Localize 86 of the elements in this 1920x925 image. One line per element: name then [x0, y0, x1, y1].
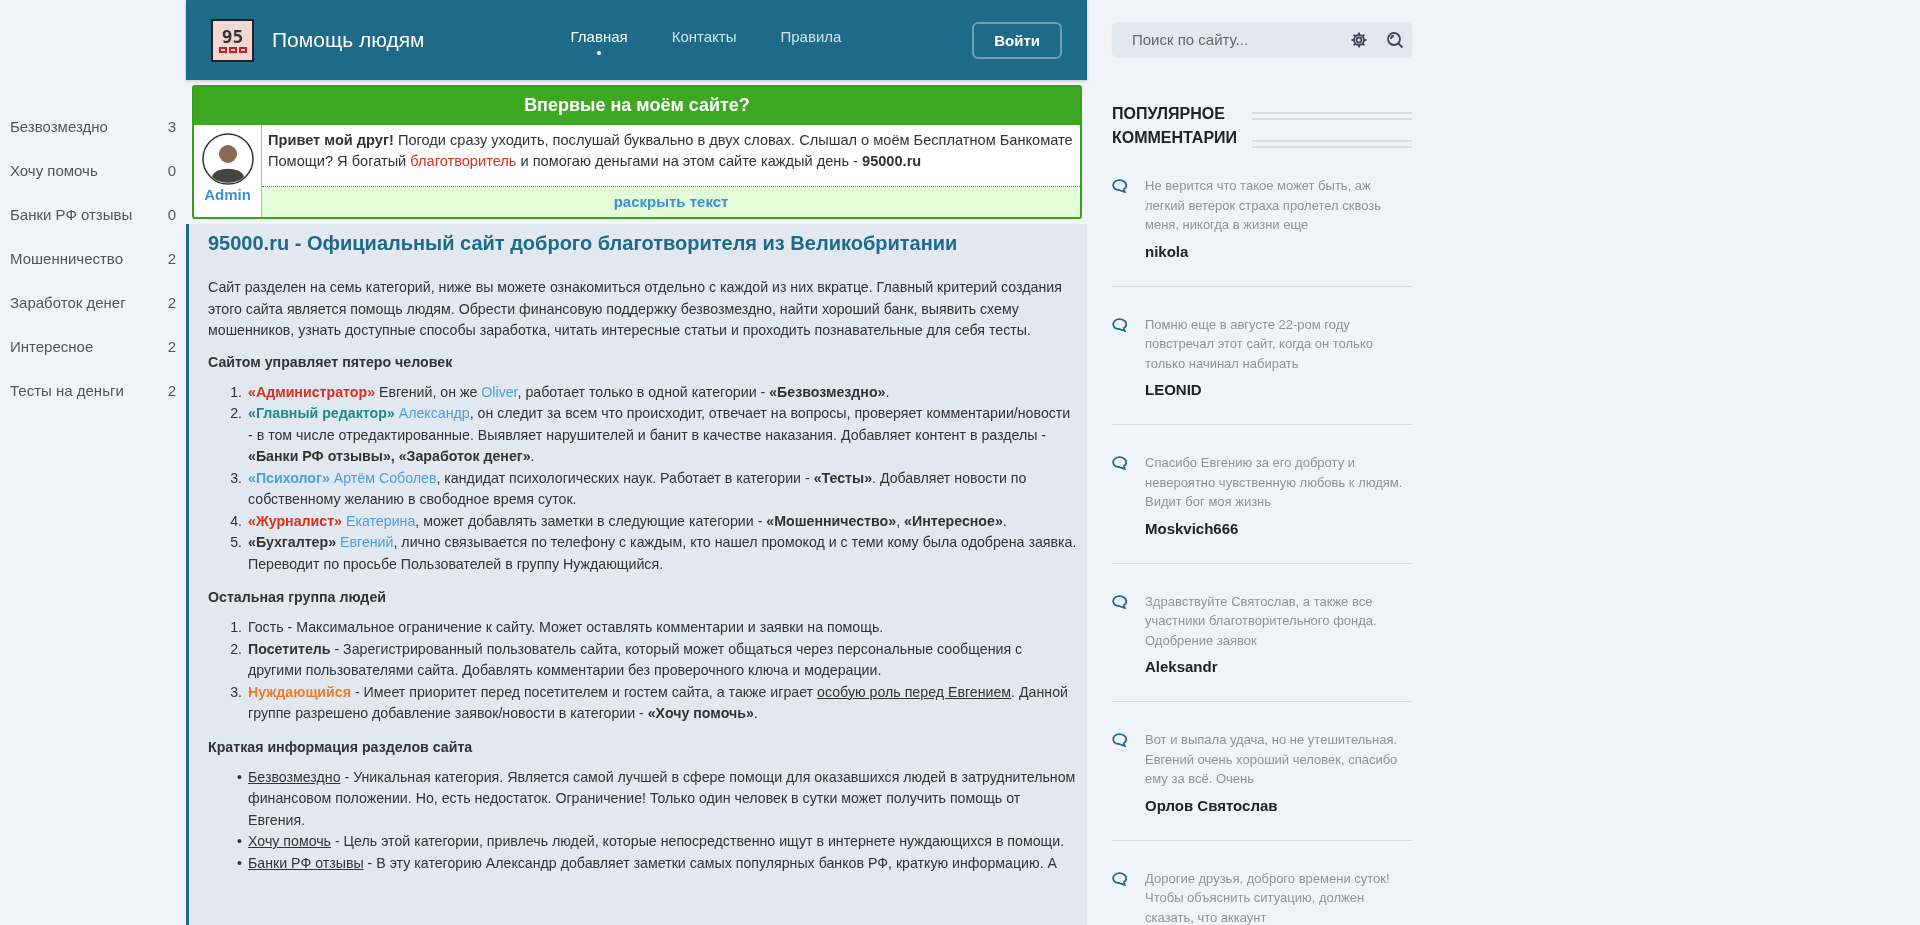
- author-name[interactable]: Admin: [204, 186, 251, 213]
- comment-text[interactable]: Помню еще в августе 22-ром году повстречал этот сайт, когда он только только начинал набирать: [1145, 314, 1412, 373]
- text-link[interactable]: благотворитель: [410, 153, 517, 169]
- category-count: 3: [167, 117, 176, 135]
- category-label: Банки РФ отзывы: [10, 205, 133, 223]
- speech-bubble-icon: [1112, 317, 1127, 332]
- list-item-text: Нуждающийся - Имеет приоритет перед посетителем и гостем сайта, а также играет особую роль перед Евгением. Данной группе разрешено добавление заявок/новости в категории - «Хочу помочь».: [248, 682, 1069, 723]
- speech-bubble-icon: [1112, 871, 1127, 886]
- category-count: 2: [167, 337, 176, 355]
- category-count: 2: [167, 293, 176, 311]
- category-link[interactable]: Тесты на деньги 2: [0, 368, 186, 412]
- speech-bubble-icon: [1112, 733, 1127, 747]
- list-marker: 3.: [229, 682, 243, 702]
- list-item-text: «Психолог» Артём Соболев, кандидат психологических наук. Работает в категории - «Тесты». Добавляет новости по собственному желанию в свободное время суток.: [248, 468, 1028, 509]
- list-marker: 5.: [229, 533, 243, 552]
- category-link[interactable]: Хочу помочь 0: [0, 148, 186, 192]
- speech-bubble-icon: [1112, 179, 1127, 193]
- category-label: Мошенничество: [10, 249, 123, 267]
- text-link[interactable]: особую роль перед Евгением: [817, 683, 1012, 700]
- text-link[interactable]: Хочу помочь: [248, 833, 331, 849]
- category-link[interactable]: Безвозмездно 3: [0, 104, 186, 148]
- comment-author: nikola: [1145, 242, 1190, 260]
- category-link[interactable]: Заработок денег 2: [0, 280, 186, 324]
- list-marker: 1.: [229, 618, 243, 637]
- category-link[interactable]: Интересное 2: [0, 324, 186, 368]
- comment-text[interactable]: Не верится что такое может быть, аж легкий ветерок страха пролетел сквозь меня, никогда в жизни еще: [1145, 176, 1412, 235]
- nav-link[interactable]: Главная: [570, 23, 628, 57]
- expand-link[interactable]: раскрыть текст: [262, 186, 1080, 217]
- search-field[interactable]: Поиск по сайту...: [1112, 22, 1412, 57]
- section-heading: Остальная группа людей: [208, 589, 387, 605]
- list-item-text: «Бухгалтер» Евгений, лично связывается по телефону с каждым, кто нашел промокод и с теми кому была одобрена заявка. Переводит по просьбе Пользователей в группу Нуждающийся.: [248, 533, 1077, 574]
- category-label: Хочу помочь: [10, 161, 98, 179]
- list-marker: •: [236, 767, 243, 787]
- list-item-text: «Администратор» Евгений, он же Oliver, работает только в одной категории - «Безвозмездно».: [248, 382, 890, 402]
- logo[interactable]: 95: [211, 18, 254, 62]
- speech-bubble-icon: [1112, 594, 1127, 609]
- list-item-text: «Журналист» Екатерина, может добавлять заметки в следующие категории - «Мошенничество», «Интересное».: [248, 511, 1007, 531]
- list-marker: 3.: [229, 468, 243, 488]
- category-label: Интересное: [10, 337, 94, 355]
- comment-text[interactable]: Вот и выпала удача, но не утешительная. Евгений очень хороший человек, спасибо ему за всё. Очень: [1145, 730, 1412, 789]
- category-count: 0: [167, 205, 176, 223]
- site-title[interactable]: Помощь людям: [272, 28, 425, 52]
- section-title: ПОПУЛЯРНОЕ КОММЕНТАРИИ: [1112, 104, 1239, 148]
- avatar-icon: [201, 133, 254, 185]
- article-paragraph: Сайт разделен на семь категорий, ниже вы можете ознакомиться отдельно с каждой из них вкратце. Главный критерий создания этого сайта является помощь людям. Обрести финансовую поддержку безвозмездно, найти хороший банк, выявить схему мошенников, узнать доступные способы заработка, читать интересные статьи и проходить познавательные для себя тесты.: [208, 278, 1063, 340]
- login-button[interactable]: Войти: [972, 21, 1062, 59]
- category-count: 2: [167, 381, 176, 399]
- list-marker: 4.: [229, 511, 243, 531]
- category-link[interactable]: Банки РФ отзывы 0: [0, 192, 186, 236]
- comment-author: Орлов Святослав: [1145, 796, 1279, 814]
- welcome-title: Впервые на моём сайте?: [194, 87, 1080, 125]
- text-link[interactable]: Банки РФ отзывы: [248, 854, 364, 871]
- gear-icon[interactable]: [1350, 30, 1368, 49]
- comment-author: Moskvich666: [1145, 519, 1240, 537]
- search-icon[interactable]: [1386, 30, 1404, 49]
- section-heading: Краткая информация разделов сайта: [208, 738, 474, 755]
- section-heading: Сайтом управляет пятеро человек: [208, 353, 454, 370]
- nav-link[interactable]: Правила: [780, 23, 842, 57]
- list-marker: •: [236, 832, 243, 851]
- search-input[interactable]: Поиск по сайту...: [1130, 30, 1332, 49]
- text-link[interactable]: Безвозмездно: [248, 768, 341, 785]
- comment-author: Aleksandr: [1145, 658, 1219, 675]
- list-marker: 2.: [229, 404, 243, 423]
- list-item-text: Посетитель - Зарегистрированный пользователь сайта, который может общаться через персональные сообщения с другими пользователями сайта. Добавлять комментарии без проверочного ключа и модерации.: [248, 639, 1024, 680]
- category-label: Тесты на деньги: [10, 381, 124, 399]
- comment-author: LEONID: [1145, 381, 1203, 398]
- list-item-text: Безвозмездно - Уникальная категория. Является самой лучшей в сфере помощи для оказавшихся людей в затруднительном финансовом положении. Но, есть недостаток. Ограничение! Только один человек в сутки может получить помощь от Евгения.: [248, 767, 1077, 830]
- nav-link[interactable]: Контакты: [671, 23, 737, 57]
- list-item-text: «Главный редактор» Александр, он следит за всем что происходит, отвечает на вопросы, проверяет комментарии/новости - в том числе отредактированные. Выявляет нарушителей и банит в качестве наказания. Добавляет контент в разделы - «Банки РФ отзывы», «Заработок денег».: [248, 404, 1072, 466]
- comment-text[interactable]: Дорогие друзья, доброго времени суток! Чтобы объяснить ситуацию, должен сказать, что аккаунт: [1145, 868, 1412, 925]
- category-label: Заработок денег: [10, 293, 126, 311]
- list-marker: 2.: [229, 639, 243, 659]
- category-link[interactable]: Мошенничество 2: [0, 236, 186, 280]
- category-count: 2: [167, 249, 176, 267]
- category-count: 0: [167, 161, 176, 179]
- list-marker: 1.: [229, 382, 243, 402]
- list-item-text: Хочу помочь - Цель этой категории, привлечь людей, которые непосредственно ищут в интернете нуждающихся в помощи.: [248, 832, 1065, 851]
- list-marker: •: [236, 853, 243, 873]
- list-item-text: Банки РФ отзывы - В эту категорию Александр добавляет заметки самых популярных банков РФ, краткую информацию. А: [248, 853, 1057, 873]
- welcome-text: Привет мой друг! Погоди сразу уходить, послушай буквально в двух словах. Слышал о моём Бесплатном Банкомате Помощи? Я богатый благотворитель и помогаю деньгами на этом сайте каждый день - 95000.ru: [267, 131, 1074, 171]
- article-title: 95000.ru - Официальный сайт доброго благотворителя из Великобритании: [208, 232, 959, 255]
- speech-bubble-icon: [1112, 456, 1127, 470]
- comment-text[interactable]: Здравствуйте Святослав, а также все участники благотворительного фонда. Одобрение заявок: [1145, 591, 1412, 650]
- list-item-text: Гость - Максимальное ограничение к сайту. Может оставлять комментарии и заявки на помощь.: [248, 618, 884, 637]
- category-label: Безвозмездно: [10, 117, 108, 135]
- comment-text[interactable]: Спасибо Евгению за его доброту и невероятно чувственную любовь к людям. Видит бог моя жизнь: [1145, 453, 1412, 512]
